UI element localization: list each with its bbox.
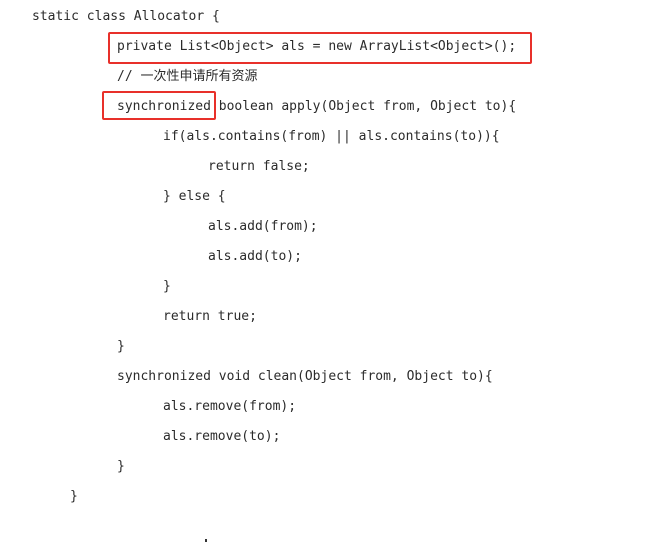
code-line-if-condition: if(als.contains(from) || als.contains(to… bbox=[163, 129, 500, 144]
code-line-close-else: } bbox=[163, 279, 171, 294]
code-line-class-declaration: static class Allocator { bbox=[32, 9, 220, 24]
code-line-remove-from: als.remove(from); bbox=[163, 399, 297, 414]
highlight-box-field-declaration bbox=[108, 32, 532, 64]
code-line-comment: // 一次性申请所有资源 bbox=[117, 69, 258, 84]
stray-mark bbox=[205, 539, 207, 542]
code-line-add-to: als.add(to); bbox=[208, 249, 302, 264]
code-line-return-false: return false; bbox=[208, 159, 310, 174]
code-line-remove-to: als.remove(to); bbox=[163, 429, 281, 444]
code-line-clean-signature: synchronized void clean(Object from, Obj… bbox=[117, 369, 493, 384]
code-line-else: } else { bbox=[163, 189, 226, 204]
code-line-close-class: } bbox=[70, 489, 78, 504]
code-line-add-from: als.add(from); bbox=[208, 219, 318, 234]
code-line-close-apply: } bbox=[117, 339, 125, 354]
code-line-return-true: return true; bbox=[163, 309, 257, 324]
code-line-close-clean: } bbox=[117, 459, 125, 474]
highlight-box-synchronized bbox=[102, 91, 216, 120]
